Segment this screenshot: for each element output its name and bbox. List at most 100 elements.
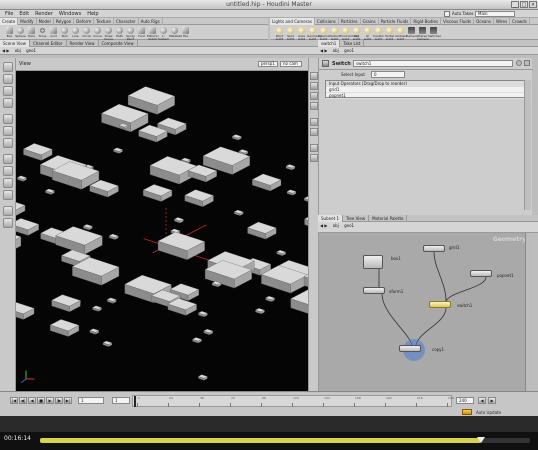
- node-name-field[interactable]: switch1: [353, 60, 513, 67]
- edges-select-icon[interactable]: [3, 166, 13, 176]
- menu-windows[interactable]: Windows: [56, 10, 84, 18]
- node-switch1[interactable]: [429, 301, 451, 308]
- scene-box[interactable]: [276, 249, 287, 257]
- tube-tool-button[interactable]: Tube: [26, 25, 37, 40]
- shaded-icon[interactable]: [310, 92, 318, 100]
- shelf-tab-right-4[interactable]: Particle Fluids: [379, 18, 412, 25]
- scene-box[interactable]: [108, 233, 119, 240]
- node-box1[interactable]: [363, 255, 383, 269]
- curve-tool-button[interactable]: Curve: [92, 25, 103, 40]
- node-grid1[interactable]: [423, 245, 445, 252]
- scene-box[interactable]: [198, 311, 208, 318]
- range-right-button[interactable]: ▶: [488, 397, 496, 404]
- portal-light-button[interactable]: Portal Light: [384, 25, 395, 41]
- select-input-field[interactable]: 0: [371, 71, 405, 78]
- grid-snap-icon[interactable]: [3, 218, 13, 228]
- scene-box[interactable]: [157, 231, 206, 261]
- param-tab-1[interactable]: Take List: [340, 40, 365, 47]
- range-left-button[interactable]: ◀: [478, 397, 486, 404]
- points-select-icon[interactable]: [3, 154, 13, 164]
- view-tool-icon[interactable]: [3, 138, 13, 148]
- select-tool-icon[interactable]: [3, 62, 13, 72]
- scene-box[interactable]: [51, 294, 81, 313]
- snap-icon[interactable]: [3, 206, 13, 216]
- camera-tool-button[interactable]: Camera: [406, 25, 418, 40]
- ambient-light-button[interactable]: Ambient Light: [395, 25, 408, 41]
- shelf-tab-right-8[interactable]: Wires: [494, 18, 511, 25]
- shelf-tab-4[interactable]: Deform: [74, 18, 95, 25]
- auto-takes-checkbox[interactable]: [444, 11, 450, 17]
- shelf-tab-right-0[interactable]: Lights and Cameras: [270, 18, 315, 25]
- param-scrollbar[interactable]: [524, 80, 531, 210]
- objects-select-icon[interactable]: [3, 190, 13, 200]
- scene-box[interactable]: [92, 305, 102, 312]
- scene-box[interactable]: [106, 297, 117, 304]
- display-option-icon[interactable]: [310, 72, 318, 80]
- network-tab-0[interactable]: Subnet 1: [318, 215, 343, 222]
- scene-box[interactable]: [0, 199, 26, 217]
- gear-icon[interactable]: [524, 60, 530, 66]
- platonic-tool-button[interactable]: Platonic Solids: [147, 25, 159, 41]
- shelf-tab-right-3[interactable]: Grains: [361, 18, 379, 25]
- timeline-playhead[interactable]: [134, 396, 136, 407]
- scene-box[interactable]: [255, 308, 265, 315]
- scene-box[interactable]: [17, 175, 27, 182]
- torus-tool-button[interactable]: Torus: [37, 25, 48, 40]
- shelf-tab-7[interactable]: Auto Rigs: [139, 18, 163, 25]
- line-tool-button[interactable]: Line: [70, 25, 81, 40]
- scene-box[interactable]: [203, 328, 214, 335]
- background-icon[interactable]: [310, 154, 318, 162]
- play-button[interactable]: ▶: [46, 397, 54, 404]
- scene-box[interactable]: [286, 189, 297, 196]
- path-tool-button[interactable]: Path: [114, 25, 125, 40]
- path-geo[interactable]: geo1: [24, 47, 38, 55]
- persp-menu[interactable]: persp1: [258, 61, 278, 67]
- point-numbers-icon[interactable]: [310, 128, 318, 136]
- point-light-button[interactable]: Point Light: [274, 25, 285, 41]
- move-tool-icon[interactable]: [3, 74, 13, 84]
- caustic-light-button[interactable]: Caustic Light: [373, 25, 384, 41]
- network-tab-1[interactable]: Tree View: [343, 215, 370, 222]
- video-progress-knob[interactable]: [477, 437, 485, 443]
- scene-box[interactable]: [55, 226, 103, 255]
- param-path-obj[interactable]: obj: [331, 47, 341, 55]
- scene-box[interactable]: [290, 289, 338, 318]
- scene-box[interactable]: [45, 188, 55, 195]
- shelf-tab-right-5[interactable]: Rigid Bodies: [411, 18, 442, 25]
- node-popnet1[interactable]: [470, 270, 492, 277]
- area-light-button[interactable]: Area Light: [296, 25, 307, 41]
- rotate-tool-icon[interactable]: [3, 86, 13, 96]
- menu-file[interactable]: File: [2, 10, 16, 18]
- geometry-light-button[interactable]: Geometry Light: [307, 25, 322, 41]
- scene-box[interactable]: [49, 319, 80, 337]
- stereo-camera-button[interactable]: Stereo Camera: [417, 25, 429, 41]
- scene-box[interactable]: [265, 295, 276, 302]
- camera-menu[interactable]: no cam: [280, 61, 302, 67]
- maximize-button[interactable]: □: [520, 1, 528, 8]
- param-path-geo[interactable]: geo1: [342, 47, 356, 55]
- lights-icon[interactable]: [310, 144, 318, 152]
- step-back-button[interactable]: ◀|: [19, 397, 27, 404]
- scale-tool-icon[interactable]: [3, 98, 13, 108]
- scene-box[interactable]: [9, 218, 40, 236]
- shelf-tab-5[interactable]: Texture: [94, 18, 114, 25]
- env-light-button[interactable]: Environment Light: [340, 25, 359, 41]
- normals-icon[interactable]: [310, 118, 318, 126]
- net-path-geo[interactable]: geo1: [342, 222, 356, 230]
- param-tab-0[interactable]: switch1: [318, 40, 341, 47]
- scene-box[interactable]: [231, 134, 242, 141]
- scene-box[interactable]: [251, 173, 282, 192]
- handle-tool-icon[interactable]: [3, 114, 13, 124]
- menu-render[interactable]: Render: [32, 10, 56, 18]
- timeline-track[interactable]: 1 24 48 72 96 120 144 168 192 216 240: [132, 395, 454, 407]
- param-back-arrow-icon[interactable]: ◀ ▶: [318, 47, 329, 55]
- scene-box[interactable]: [174, 217, 184, 224]
- path-obj[interactable]: obj: [13, 47, 23, 55]
- scene-box[interactable]: [113, 147, 123, 154]
- network-tools-strip[interactable]: [525, 233, 533, 391]
- network-editor[interactable]: Geometry grid1 box1 popnet1 xform1 switc…: [318, 233, 533, 391]
- scene-box[interactable]: [83, 224, 93, 231]
- scene-box[interactable]: [192, 337, 202, 344]
- scene-tab-1[interactable]: Channel Editor: [30, 40, 67, 47]
- scene-box[interactable]: [23, 143, 53, 161]
